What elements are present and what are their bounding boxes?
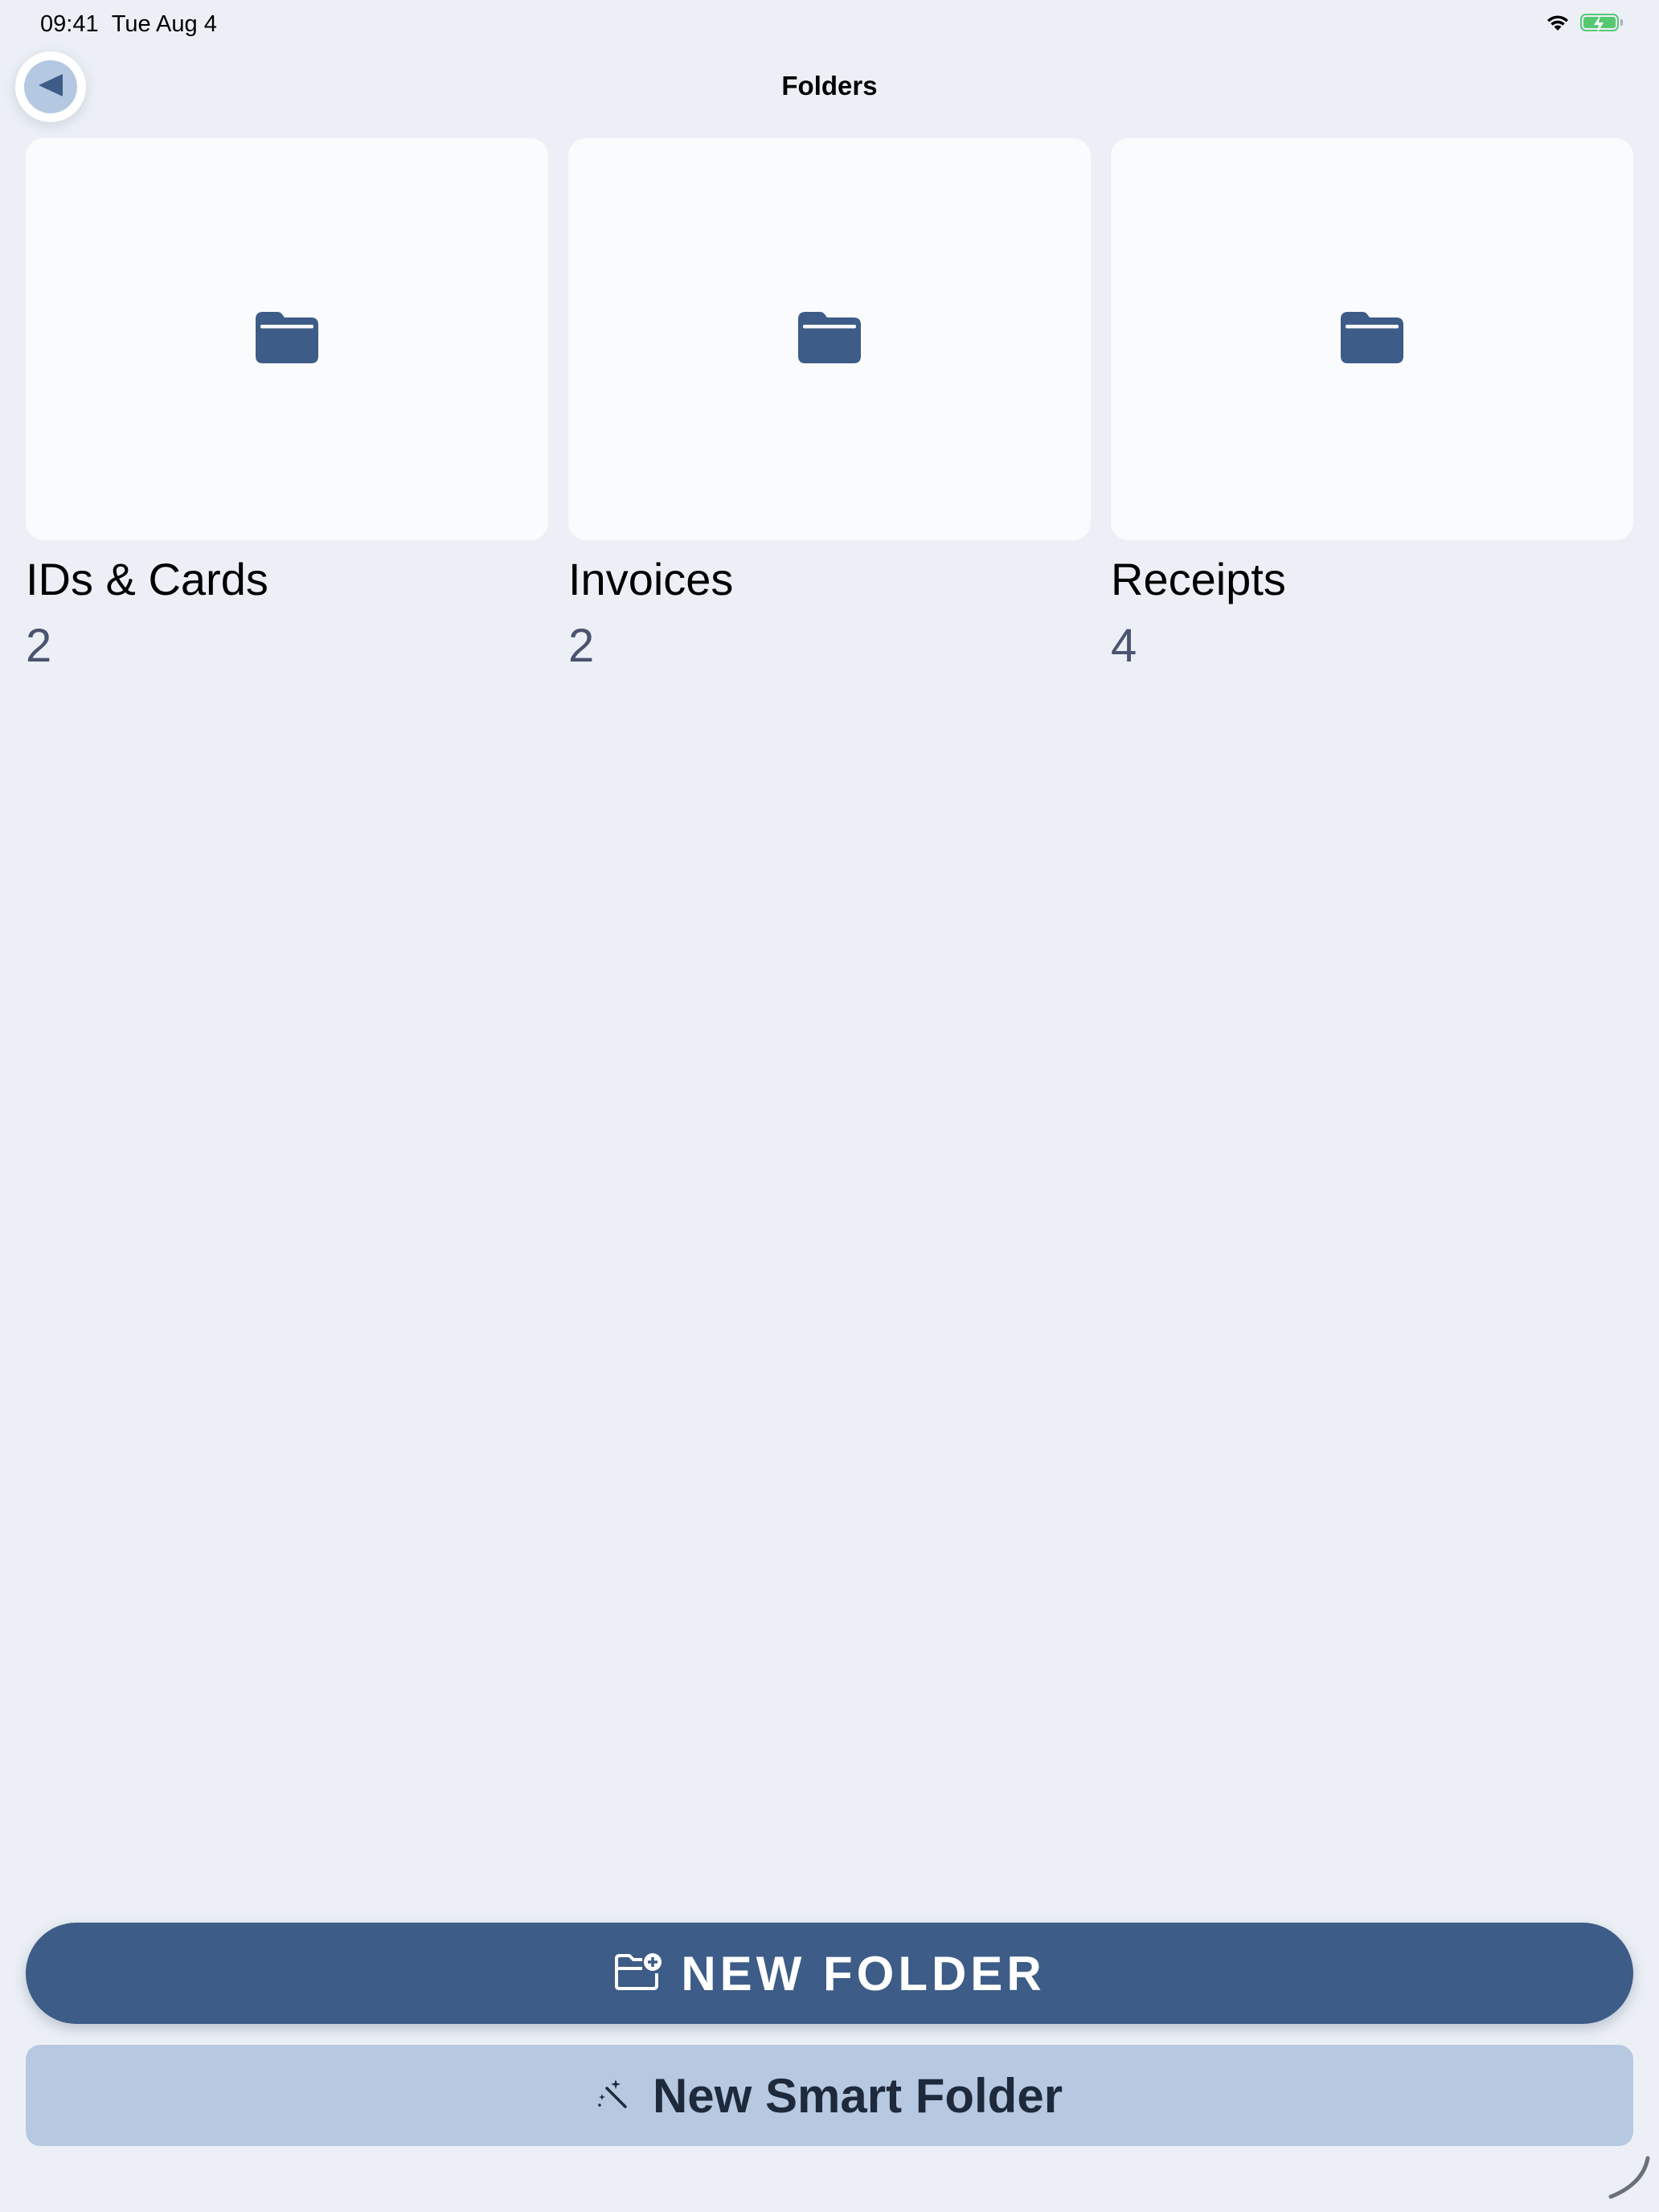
status-bar-indicators (1545, 13, 1623, 33)
folder-name: IDs & Cards (26, 554, 268, 604)
folder-item-count: 2 (26, 620, 52, 672)
folder-icon (1341, 311, 1403, 367)
folder-plus-icon (613, 1952, 663, 1995)
page-title: Folders (781, 71, 878, 100)
resize-handle-icon[interactable] (1606, 2155, 1651, 2204)
new-smart-folder-label: New Smart Folder (652, 2068, 1063, 2123)
status-date: Tue Aug 4 (111, 11, 217, 37)
folder-icon (798, 311, 861, 367)
folder-name: Receipts (1111, 554, 1286, 604)
folder-card-ids-cards[interactable] (26, 138, 548, 540)
new-folder-label: NEW FOLDER (681, 1946, 1046, 2001)
wifi-icon (1545, 13, 1571, 32)
folders-screen: 09:41 Tue Aug 4 Folders IDs & Cards 2 In… (0, 0, 1659, 2212)
battery-charging-icon (1580, 14, 1623, 33)
new-folder-button[interactable]: NEW FOLDER (26, 1923, 1633, 2024)
folder-name: Invoices (568, 554, 734, 604)
magic-wand-icon (596, 2078, 629, 2114)
folder-card-receipts[interactable] (1111, 138, 1633, 540)
new-smart-folder-button[interactable]: New Smart Folder (26, 2045, 1633, 2146)
folder-card-invoices[interactable] (568, 138, 1091, 540)
folder-icon (256, 311, 318, 367)
status-bar-clock: 09:41 Tue Aug 4 (40, 11, 217, 38)
folder-item-count: 2 (568, 620, 595, 672)
folder-item-count: 4 (1111, 620, 1137, 672)
status-time: 09:41 (40, 11, 99, 37)
